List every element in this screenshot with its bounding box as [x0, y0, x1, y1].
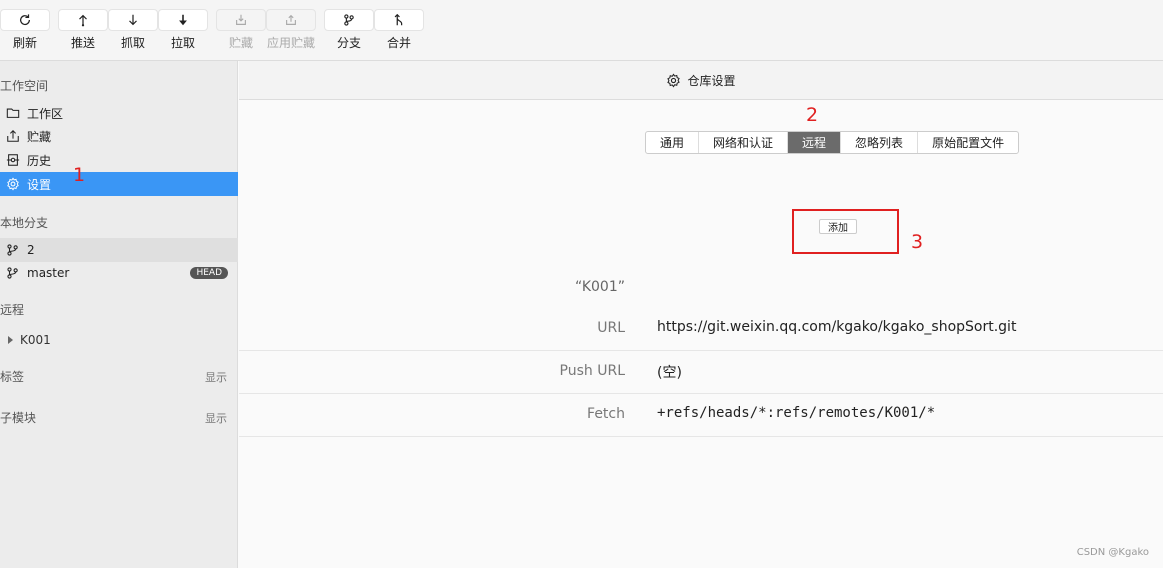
sidebar-item-branch-master[interactable]: master HEAD: [0, 261, 238, 285]
sidebar-item-label: 设置: [27, 177, 52, 192]
branch-icon: [7, 267, 18, 279]
tags-show-toggle[interactable]: 显示: [205, 369, 227, 385]
branch-icon: [7, 244, 18, 256]
stash-button[interactable]: 贮藏: [216, 9, 266, 51]
refresh-button[interactable]: 刷新: [0, 9, 50, 51]
sidebar-item-history[interactable]: 历史: [0, 148, 238, 172]
fetch-button[interactable]: 抓取: [108, 9, 158, 51]
annotation-1: 1: [73, 164, 86, 186]
expand-triangle-icon[interactable]: [8, 336, 13, 344]
sidebar-item-branch-2[interactable]: 2: [0, 238, 238, 262]
push-url-row: Push URL (空): [239, 351, 1163, 394]
add-remote-button[interactable]: 添加: [819, 219, 857, 234]
sidebar-item-label: K001: [20, 333, 51, 347]
pull-icon: [179, 14, 187, 26]
branch-label: 分支: [336, 36, 361, 50]
folder-icon: [6, 108, 20, 118]
apply-stash-label: 应用贮藏: [266, 36, 315, 50]
merge-button[interactable]: 合并: [374, 9, 424, 51]
tab-ignore-list[interactable]: 忽略列表: [841, 132, 919, 153]
row-key: Push URL: [559, 363, 625, 379]
refresh-icon: [20, 14, 30, 26]
sidebar-item-stash[interactable]: 贮藏: [0, 124, 238, 148]
main-header: 仓库设置: [239, 61, 1163, 100]
submodules-section-title: 子模块: [0, 411, 37, 425]
sidebar-item-label: 2: [27, 243, 35, 257]
remote-url-value: https://git.weixin.qq.com/kgako/kgako_sh…: [657, 319, 1017, 335]
push-icon: [79, 14, 87, 27]
sidebar-item-label: 贮藏: [27, 129, 52, 144]
sidebar-item-label: 工作区: [27, 106, 64, 121]
sidebar-item-label: 历史: [27, 153, 52, 168]
fetch-icon: [129, 14, 137, 26]
watermark: CSDN @Kgako: [1076, 547, 1149, 558]
pull-label: 拉取: [170, 36, 195, 50]
remote-name: “K001”: [575, 279, 625, 295]
push-label: 推送: [70, 36, 95, 50]
tags-section-title: 标签: [0, 370, 25, 384]
row-key: URL: [597, 320, 625, 336]
submodules-show-toggle[interactable]: 显示: [205, 410, 227, 426]
sidebar: 工作空间 工作区 贮藏 历史 设置 本地分支 2 master HEAD 远程 …: [0, 61, 238, 568]
annotation-3: 3: [911, 231, 924, 253]
toolbar: 刷新 推送 抓取 拉取 贮藏 应用贮藏 分支 合并: [0, 0, 1163, 61]
branch-icon: [344, 14, 354, 26]
fetch-label: 抓取: [120, 36, 145, 50]
head-badge: HEAD: [190, 267, 228, 279]
sidebar-item-remote-k001[interactable]: K001: [8, 333, 51, 347]
local-branches-section-title: 本地分支: [0, 216, 49, 230]
gear-icon: [667, 72, 681, 88]
tab-general[interactable]: 通用: [646, 132, 700, 153]
stash-icon: [236, 14, 246, 25]
tab-remotes[interactable]: 远程: [788, 132, 842, 153]
annotation-2: 2: [806, 104, 819, 126]
settings-tabs: 通用 网络和认证 远程 忽略列表 原始配置文件: [645, 131, 1020, 154]
sidebar-item-workspace[interactable]: 工作区: [0, 101, 238, 125]
stash-icon: [7, 130, 19, 142]
fetch-refspec-value: +refs/heads/*:refs/remotes/K001/*: [657, 405, 936, 421]
tab-raw-config[interactable]: 原始配置文件: [918, 132, 1018, 153]
refresh-label: 刷新: [12, 36, 37, 50]
gear-icon: [7, 177, 19, 191]
merge-icon: [394, 13, 403, 26]
row-key: Fetch: [587, 406, 625, 422]
workspace-section-title: 工作空间: [0, 79, 49, 93]
remotes-section-title: 远程: [0, 303, 25, 317]
tab-network-auth[interactable]: 网络和认证: [699, 132, 789, 153]
push-button[interactable]: 推送: [58, 9, 108, 51]
remote-url-row: URL https://git.weixin.qq.com/kgako/kgak…: [239, 308, 1163, 351]
branch-button[interactable]: 分支: [324, 9, 374, 51]
apply-stash-icon: [286, 14, 296, 25]
history-icon: [6, 154, 20, 166]
push-url-value: (空): [657, 365, 682, 381]
pull-button[interactable]: 拉取: [158, 9, 208, 51]
merge-label: 合并: [386, 36, 411, 50]
fetch-row: Fetch +refs/heads/*:refs/remotes/K001/*: [239, 394, 1163, 437]
stash-label: 贮藏: [228, 36, 253, 50]
apply-stash-button[interactable]: 应用贮藏: [266, 9, 316, 51]
page-title: 仓库设置: [687, 73, 736, 88]
main-panel: 仓库设置 通用 网络和认证 远程 忽略列表 原始配置文件 添加 “K001” U…: [239, 61, 1163, 568]
sidebar-item-settings[interactable]: 设置: [0, 172, 238, 196]
sidebar-item-label: master: [27, 266, 70, 280]
